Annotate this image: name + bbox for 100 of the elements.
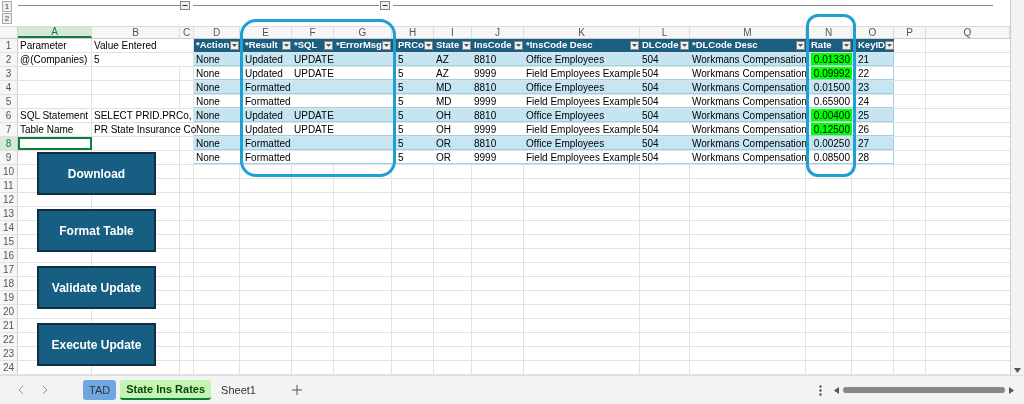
column-header[interactable]: F	[292, 27, 334, 38]
table-cell: 8810	[472, 53, 524, 66]
header-label: PRCo	[398, 38, 424, 53]
row-number[interactable]: 16	[0, 249, 18, 262]
table-cell: Updated	[240, 67, 292, 80]
column-header[interactable]: K	[524, 27, 640, 38]
macro-button[interactable]: Execute Update	[37, 323, 156, 366]
row-number[interactable]: 8	[0, 137, 18, 150]
row-number[interactable]: 2	[0, 53, 18, 66]
cell-text: @(Companies)	[19, 53, 88, 67]
filter-button[interactable]	[462, 41, 471, 50]
rate-cell: 0.00400	[811, 109, 852, 121]
macro-button[interactable]: Download	[37, 152, 156, 195]
vertical-scrollbar[interactable]	[1010, 0, 1024, 375]
table-cell: 8810	[472, 81, 524, 94]
table-cell: Workmans Compensation	[690, 137, 806, 150]
row-number[interactable]: 10	[0, 165, 18, 178]
row-number[interactable]: 11	[0, 179, 18, 192]
caret-icon	[632, 44, 637, 47]
row-number[interactable]: 20	[0, 305, 18, 318]
filter-button[interactable]	[382, 41, 391, 50]
column-header[interactable]: J	[472, 27, 524, 38]
table-cell: Formatted	[240, 95, 292, 108]
caret-icon	[682, 44, 687, 47]
row-number[interactable]: 22	[0, 333, 18, 346]
column-header[interactable]: G	[334, 27, 392, 38]
row-number[interactable]: 4	[0, 81, 18, 94]
sheet-tab[interactable]: Sheet1	[215, 380, 262, 400]
row-number[interactable]: 15	[0, 235, 18, 248]
filter-button[interactable]	[424, 41, 433, 50]
macro-button[interactable]: Validate Update	[37, 266, 156, 309]
sheet-tab[interactable]: TAD	[83, 380, 117, 400]
column-header[interactable]: H	[392, 27, 434, 38]
table-cell: None	[194, 95, 240, 108]
column-header[interactable]: O	[852, 27, 894, 38]
more-options-icon[interactable]	[819, 384, 822, 396]
filter-button[interactable]	[884, 41, 894, 50]
row-number[interactable]: 6	[0, 109, 18, 122]
scroll-right-icon[interactable]	[1009, 386, 1014, 394]
filter-button[interactable]	[324, 41, 333, 50]
collapse-icon[interactable]	[380, 1, 390, 10]
row-number[interactable]: 14	[0, 221, 18, 234]
row-number[interactable]: 13	[0, 207, 18, 220]
column-header[interactable]: A	[18, 27, 92, 38]
table-cell: Updated	[240, 123, 292, 136]
row-number[interactable]: 19	[0, 291, 18, 304]
outline-level-button[interactable]: 1	[2, 1, 12, 12]
column-header[interactable]: M	[690, 27, 806, 38]
filter-button[interactable]	[842, 41, 851, 50]
column-header[interactable]: P	[894, 27, 926, 38]
column-header[interactable]: C	[180, 27, 194, 38]
row-number[interactable]: 23	[0, 347, 18, 360]
table-cell: Formatted	[240, 81, 292, 94]
row-number[interactable]: 7	[0, 123, 18, 136]
scrollbar-thumb[interactable]	[843, 387, 1005, 393]
table-cell: None	[194, 67, 240, 80]
row-number[interactable]: 1	[0, 39, 18, 52]
column-header[interactable]: L	[640, 27, 690, 38]
column-header[interactable]: D	[194, 27, 240, 38]
column-header[interactable]: B	[92, 27, 180, 38]
filter-button[interactable]	[630, 41, 639, 50]
row-number[interactable]: 9	[0, 151, 18, 164]
column-header[interactable]: E	[240, 27, 292, 38]
table-cell: 5	[392, 109, 434, 122]
scroll-left-icon[interactable]	[834, 386, 839, 394]
row-number[interactable]: 3	[0, 67, 18, 80]
sheet-tab[interactable]: State Ins Rates	[120, 380, 212, 400]
filter-button[interactable]	[796, 41, 805, 50]
header-label: Rate	[811, 38, 832, 53]
filter-button[interactable]	[282, 41, 291, 50]
chevron-left-icon[interactable]	[18, 385, 24, 395]
row-number[interactable]: 18	[0, 277, 18, 290]
filter-button[interactable]	[230, 41, 239, 50]
table-cell: 8810	[472, 137, 524, 150]
macro-button[interactable]: Format Table	[37, 209, 156, 252]
header-label: *SQL	[294, 38, 318, 53]
table-cell: Office Employees	[524, 137, 640, 150]
table-cell: 504	[640, 53, 690, 66]
outline-level-button[interactable]: 2	[2, 13, 12, 24]
row-number[interactable]: 24	[0, 361, 18, 374]
row-number[interactable]: 21	[0, 319, 18, 332]
collapse-icon[interactable]	[180, 1, 190, 10]
row-number[interactable]: 12	[0, 193, 18, 206]
column-header[interactable]: N	[806, 27, 852, 38]
scroll-down-icon[interactable]	[1014, 368, 1021, 373]
selected-cell[interactable]	[18, 137, 92, 150]
chevron-right-icon[interactable]	[42, 385, 48, 395]
filter-button[interactable]	[514, 41, 523, 50]
cell-text: SQL Statement	[19, 109, 88, 123]
table-cell: 25	[852, 109, 894, 122]
table-cell: 27	[852, 137, 894, 150]
add-sheet-icon[interactable]	[291, 385, 302, 395]
table-cell: None	[194, 123, 240, 136]
row-number[interactable]: 17	[0, 263, 18, 276]
table-cell: Workmans Compensation	[690, 151, 806, 164]
table-cell: 5	[392, 67, 434, 80]
filter-button[interactable]	[680, 41, 689, 50]
column-header[interactable]: I	[434, 27, 472, 38]
row-number[interactable]: 5	[0, 95, 18, 108]
table-cell: 9999	[472, 95, 524, 108]
